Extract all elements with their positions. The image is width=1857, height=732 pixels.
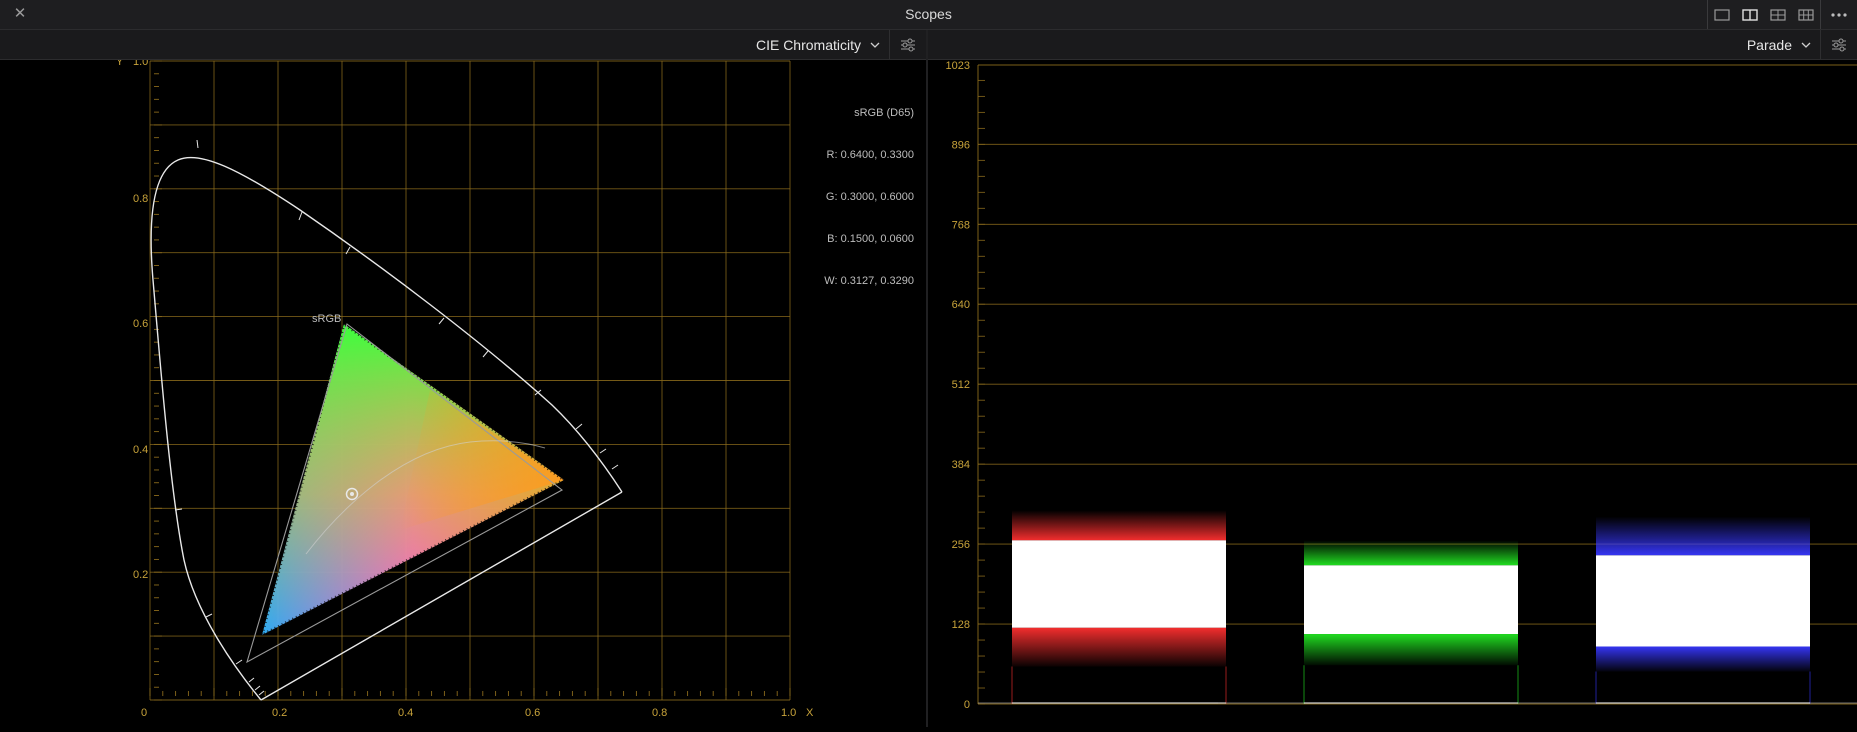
waveform-core: [1304, 565, 1518, 635]
waveform-lower-fringe: [1012, 627, 1226, 667]
primary-red-coords: R: 0.6400, 0.3300: [826, 149, 914, 161]
cie-plot: Y 1.0 0.8 0.6 0.4 0.2 0 0.2 0.4 0.6 0.8 …: [116, 56, 814, 719]
x-tick-label: 1.0: [781, 707, 796, 719]
x-tick-label: 0.4: [398, 707, 413, 719]
chevron-down-icon: [870, 42, 880, 48]
right-scope-header: Parade: [928, 30, 1857, 60]
y-tick-label: 512: [952, 379, 970, 391]
y-tick-label: 0: [964, 699, 970, 711]
parade-scope: 1023 896 768 640 512 384 256 128 0: [928, 60, 1857, 727]
primary-blue-coords: B: 0.1500, 0.0600: [827, 233, 914, 245]
gamut-label: sRGB: [312, 313, 341, 325]
waveform-core: [1012, 540, 1226, 628]
channel-blue: [1595, 516, 1811, 704]
y-tick-label: 384: [952, 459, 970, 471]
x-tick-label: 0: [141, 707, 147, 719]
y-tick-label: 0.6: [133, 318, 148, 330]
waveform-core: [1596, 555, 1810, 647]
y-tick-label: 0.2: [133, 569, 148, 581]
y-tick-label: 128: [952, 619, 970, 631]
layout-buttons: [1707, 0, 1857, 29]
single-view-icon[interactable]: [1708, 0, 1736, 29]
x-axis-letter: X: [806, 707, 814, 719]
y-tick-label: 896: [952, 139, 970, 151]
y-tick-label: 0.8: [133, 193, 148, 205]
cie-chromaticity-scope: Y 1.0 0.8 0.6 0.4 0.2 0 0.2 0.4 0.6 0.8 …: [0, 56, 926, 727]
cie-grid: [149, 60, 791, 701]
y-tick-label: 0.4: [133, 444, 148, 456]
y-axis-letter: Y: [116, 60, 124, 68]
chromaticity-scatter: [259, 321, 567, 638]
scope-type-dropdown-left[interactable]: CIE Chromaticity: [756, 30, 880, 59]
sliders-icon: [901, 38, 915, 51]
colorspace-label: sRGB (D65): [854, 107, 914, 119]
chevron-down-icon: [1801, 42, 1811, 48]
title-bar: ✕ Scopes: [0, 0, 1857, 30]
y-tick-label: 256: [952, 539, 970, 551]
white-point-coords: W: 0.3127, 0.3290: [824, 275, 914, 287]
waveform-upper-fringe: [1012, 510, 1226, 541]
scope-type-dropdown-right[interactable]: Parade: [1747, 30, 1811, 59]
dual-view-icon[interactable]: [1736, 0, 1764, 29]
parade-tick-labels: 1023 896 768 640 512 384 256 128 0: [946, 60, 970, 711]
y-tick-label: 1023: [946, 60, 970, 72]
more-options-icon[interactable]: [1821, 0, 1857, 29]
grid-view-icon[interactable]: [1792, 0, 1820, 29]
y-tick-label: 640: [952, 299, 970, 311]
scope-type-label: CIE Chromaticity: [755, 36, 861, 53]
channel-red: [1011, 510, 1227, 704]
sliders-icon: [1832, 38, 1846, 51]
parade-plot: 1023 896 768 640 512 384 256 128 0: [946, 60, 1857, 711]
scope-type-label: Parade: [1746, 36, 1792, 53]
scope-settings-button-right[interactable]: [1820, 30, 1857, 59]
y-tick-label: 1.0: [133, 60, 148, 68]
channel-green: [1303, 540, 1519, 704]
primary-green-coords: G: 0.3000, 0.6000: [825, 191, 914, 203]
waveform-lower-fringe: [1596, 646, 1810, 672]
window-title: Scopes: [905, 6, 952, 22]
waveform-upper-fringe: [1304, 540, 1518, 566]
left-scope-header: CIE Chromaticity: [0, 30, 926, 60]
x-tick-label: 0.8: [652, 707, 667, 719]
scope-settings-button-left[interactable]: [889, 30, 926, 59]
waveform-upper-fringe: [1596, 516, 1810, 556]
waveform-lower-fringe: [1304, 634, 1518, 666]
parade-channels: [978, 510, 1857, 704]
x-tick-label: 0.6: [525, 707, 540, 719]
x-tick-label: 0.2: [272, 707, 287, 719]
y-tick-label: 768: [952, 219, 970, 231]
quad-view-icon[interactable]: [1764, 0, 1792, 29]
